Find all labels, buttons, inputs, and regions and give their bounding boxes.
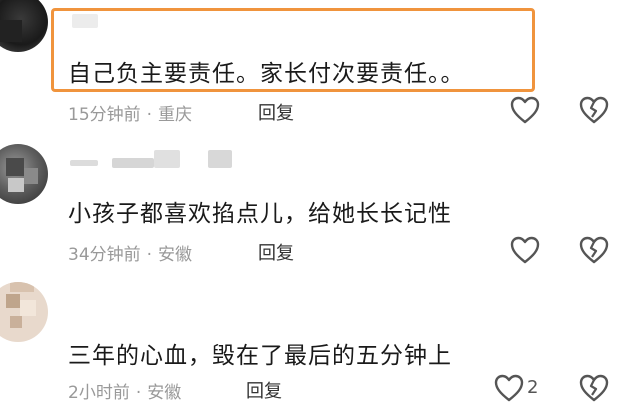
comment-time: 34分钟前 — [68, 245, 141, 265]
comment-text: 自己负主要责任。家长付次要责任。。 — [68, 61, 465, 87]
username-redacted — [70, 160, 98, 166]
heart-outline-icon[interactable] — [510, 96, 540, 124]
comment-meta: 2小时前 · 安徽 — [68, 378, 181, 403]
comment-time: 2小时前 — [68, 383, 130, 403]
avatar[interactable] — [0, 282, 48, 342]
username-redacted — [208, 150, 232, 168]
reply-button[interactable]: 回复 — [258, 99, 294, 125]
avatar[interactable] — [0, 0, 48, 52]
comment-item: 小孩子都喜欢掐点儿，给她长长记性 34分钟前 · 安徽 回复 — [0, 144, 627, 270]
broken-heart-icon[interactable] — [579, 374, 609, 402]
broken-heart-icon[interactable] — [579, 96, 609, 124]
like-count: 2 — [527, 377, 539, 398]
username-redacted — [154, 150, 180, 168]
comment-meta: 15分钟前 · 重庆 — [68, 100, 192, 125]
comment-text: 小孩子都喜欢掐点儿，给她长长记性 — [68, 201, 452, 227]
comment-text: 三年的心血，毁在了最后的五分钟上 — [68, 343, 452, 369]
avatar[interactable] — [0, 144, 48, 204]
comment-location: 安徽 — [147, 383, 182, 403]
comment-item: 自己负主要责任。家长付次要责任。。 15分钟前 · 重庆 回复 — [0, 0, 627, 130]
separator: · — [146, 245, 153, 265]
username-redacted — [112, 158, 154, 168]
comment-location: 重庆 — [158, 105, 193, 125]
heart-outline-icon[interactable] — [510, 236, 540, 264]
comment-location: 安徽 — [158, 245, 193, 265]
separator: · — [146, 105, 153, 125]
comment-time: 15分钟前 — [68, 105, 141, 125]
reply-button[interactable]: 回复 — [246, 377, 282, 403]
broken-heart-icon[interactable] — [579, 236, 609, 264]
separator: · — [135, 383, 142, 403]
heart-outline-icon[interactable] — [494, 374, 524, 402]
comment-meta: 34分钟前 · 安徽 — [68, 240, 192, 265]
comment-item: 三年的心血，毁在了最后的五分钟上 2小时前 · 安徽 回复 2 — [0, 282, 627, 403]
reply-button[interactable]: 回复 — [258, 239, 294, 265]
